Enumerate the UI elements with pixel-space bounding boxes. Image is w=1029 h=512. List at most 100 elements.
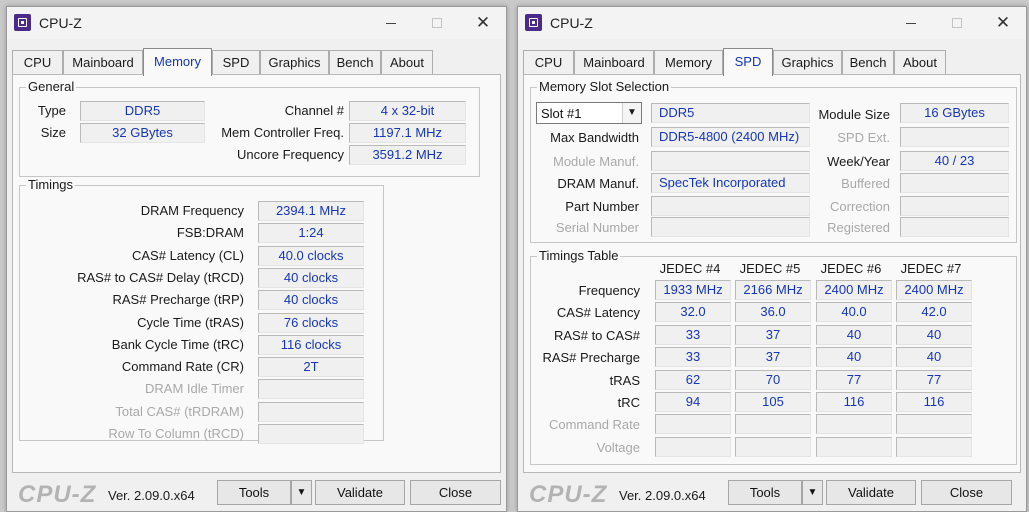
timings-row-label: Frequency (578, 283, 640, 298)
cpuz-window-memory: CPU-Z ✕ CPU Mainboard Memory SPD Graphic… (6, 6, 507, 512)
timings-cell: 33 (655, 347, 731, 368)
timings-cell: 70 (735, 369, 811, 390)
timings-cell: 36.0 (735, 302, 811, 323)
window-title: CPU-Z (550, 15, 593, 31)
tab-mainboard[interactable]: Mainboard (63, 50, 143, 75)
timings-cell: 116 (896, 392, 972, 412)
timings-cell: 105 (735, 392, 811, 412)
tab-about[interactable]: About (381, 50, 433, 75)
tab-memory[interactable]: Memory (654, 50, 723, 75)
module-manuf-label: Module Manuf. (553, 154, 639, 169)
minimize-button[interactable] (888, 7, 934, 39)
registered-label: Registered (827, 220, 890, 235)
timings-cell (896, 414, 972, 435)
cpuz-logo: CPU-Z (529, 481, 608, 508)
timings-row-label: RAS# to CAS# (554, 327, 640, 343)
timing-label: FSB:DRAM (176, 225, 244, 241)
validate-button[interactable]: Validate (315, 480, 405, 505)
timings-cell: 37 (735, 347, 811, 368)
memory-slot-selection-legend: Memory Slot Selection (539, 79, 670, 94)
timing-value: 40 clocks (258, 290, 364, 311)
tab-memory[interactable]: Memory (143, 48, 212, 76)
tab-bench[interactable]: Bench (329, 50, 381, 75)
spd-type-value: DDR5 (651, 103, 810, 123)
window-title: CPU-Z (39, 15, 82, 31)
timing-value: 116 clocks (258, 334, 364, 355)
module-size-label: Module Size (818, 107, 890, 122)
minimize-icon (906, 22, 916, 24)
correction-value (900, 196, 1009, 216)
tools-button[interactable]: Tools (728, 480, 802, 505)
tab-cpu[interactable]: CPU (12, 50, 63, 75)
buffered-value (900, 173, 1009, 193)
tab-bench[interactable]: Bench (842, 50, 894, 75)
cpuz-app-icon (14, 14, 31, 31)
timings-column-header: JEDEC #6 (820, 261, 882, 276)
timings-cell: 2166 MHz (735, 280, 811, 300)
timings-column-header: JEDEC #4 (659, 261, 721, 276)
timings-column-header: JEDEC #7 (900, 261, 962, 276)
close-window-button[interactable]: ✕ (460, 7, 506, 39)
module-size-value: 16 GBytes (900, 103, 1009, 123)
minimize-button[interactable] (368, 7, 414, 39)
tab-mainboard[interactable]: Mainboard (574, 50, 654, 75)
caret-down-icon: ▼ (296, 487, 307, 498)
timings-cell (816, 414, 892, 435)
minimize-icon (386, 22, 396, 24)
timings-cell: 40 (816, 347, 892, 368)
tools-dropdown-button[interactable]: ▼ (802, 480, 823, 505)
timings-cell (896, 436, 972, 457)
title-bar[interactable]: CPU-Z ✕ (7, 7, 506, 39)
timing-label: Cycle Time (tRAS) (137, 314, 244, 330)
tab-spd[interactable]: SPD (723, 48, 773, 76)
timings-row-label: Command Rate (548, 417, 640, 433)
timings-row-label: RAS# Precharge (542, 350, 640, 366)
timing-label: RAS# Precharge (tRP) (112, 292, 245, 308)
timings-row-label: Voltage (596, 439, 640, 455)
week-year-label: Week/Year (827, 154, 890, 169)
mem-controller-freq-label: Mem Controller Freq. (221, 125, 344, 140)
maximize-button[interactable] (934, 7, 980, 39)
caret-down-icon: ▼ (807, 487, 818, 498)
timings-column-header: JEDEC #5 (739, 261, 801, 276)
timing-label: Command Rate (CR) (121, 359, 244, 375)
type-value: DDR5 (80, 101, 205, 121)
timing-value: 40 clocks (258, 267, 364, 288)
tab-cpu[interactable]: CPU (523, 50, 574, 75)
correction-label: Correction (830, 199, 890, 214)
spd-ext-label: SPD Ext. (837, 130, 890, 145)
tab-spd[interactable]: SPD (212, 50, 260, 75)
max-bandwidth-value: DDR5-4800 (2400 MHz) (651, 127, 810, 147)
timing-label: DRAM Idle Timer (145, 381, 244, 397)
registered-value (900, 217, 1009, 237)
timings-row-label: tRAS (609, 372, 640, 388)
uncore-frequency-value: 3591.2 MHz (349, 145, 466, 165)
timings-cell: 2400 MHz (896, 280, 972, 300)
timings-cell (735, 414, 811, 435)
maximize-button[interactable] (414, 7, 460, 39)
slot-select[interactable]: Slot #1 ▼ (536, 102, 642, 124)
timing-value: 2394.1 MHz (258, 201, 364, 221)
timing-value: 40.0 clocks (258, 245, 364, 266)
timings-legend: Timings (28, 177, 74, 192)
close-window-button[interactable]: ✕ (980, 7, 1026, 39)
timings-cell: 62 (655, 369, 731, 390)
tab-graphics[interactable]: Graphics (260, 50, 329, 75)
title-bar[interactable]: CPU-Z ✕ (518, 7, 1026, 39)
close-button[interactable]: Close (410, 480, 501, 505)
spd-tab-panel: Memory Slot Selection Slot #1 ▼ DDR5 Mod… (523, 74, 1021, 473)
tools-dropdown-button[interactable]: ▼ (291, 480, 312, 505)
timings-cell: 32.0 (655, 302, 731, 323)
tab-graphics[interactable]: Graphics (773, 50, 842, 75)
channel-value: 4 x 32-bit (349, 101, 466, 121)
timing-label: CAS# Latency (CL) (132, 247, 244, 263)
tab-about[interactable]: About (894, 50, 946, 75)
close-button[interactable]: Close (921, 480, 1012, 505)
tools-button[interactable]: Tools (217, 480, 291, 505)
timings-cell: 40.0 (816, 302, 892, 323)
close-icon: ✕ (475, 13, 491, 32)
validate-button[interactable]: Validate (826, 480, 916, 505)
timings-cell: 2400 MHz (816, 280, 892, 300)
maximize-icon (952, 18, 962, 29)
uncore-frequency-label: Uncore Frequency (237, 147, 344, 162)
